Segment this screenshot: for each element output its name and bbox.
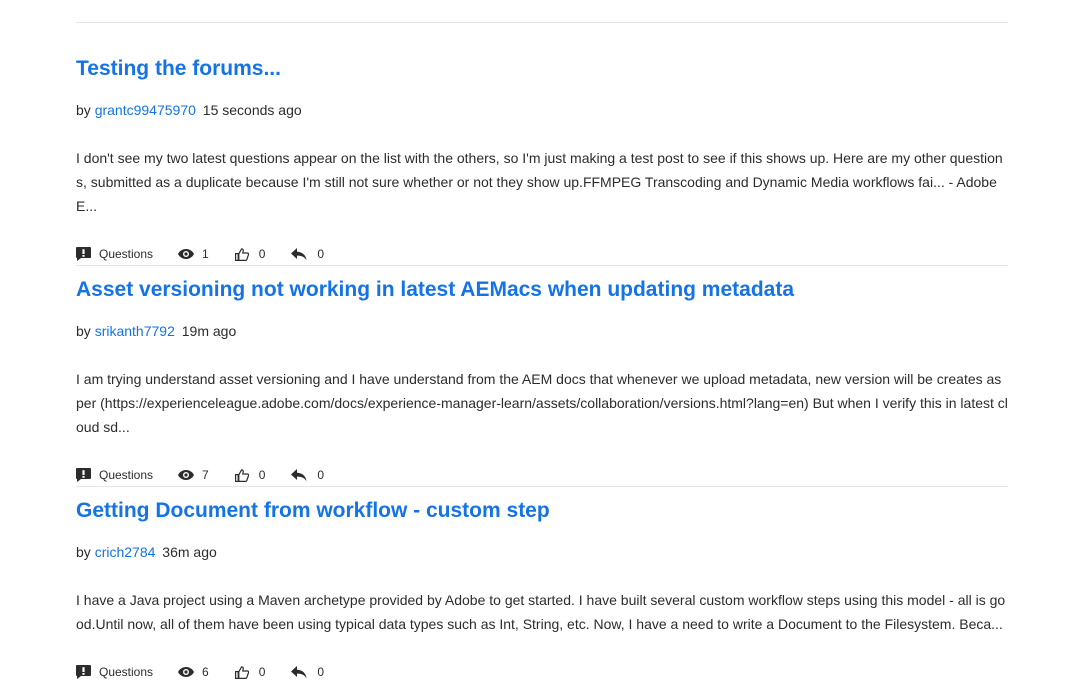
question-board-icon <box>76 665 91 679</box>
post-byline: by grantc99475970 15 seconds ago <box>76 101 1008 119</box>
post-stats: Questions 6 0 0 <box>76 660 1008 684</box>
replies-stat: 0 <box>291 665 324 679</box>
post-stats: Questions 1 0 0 <box>76 242 1008 266</box>
eye-icon <box>178 470 195 480</box>
likes-stat[interactable]: 0 <box>234 468 266 482</box>
post-divider <box>76 265 1008 266</box>
eye-icon <box>178 249 195 259</box>
likes-stat[interactable]: 0 <box>234 665 266 679</box>
category-label: Questions <box>99 665 154 679</box>
post-byline: by crich2784 36m ago <box>76 543 1008 561</box>
post-time: 15 seconds ago <box>202 102 302 118</box>
post-stats: Questions 7 0 0 <box>76 463 1008 487</box>
category-tag[interactable]: Questions <box>76 665 153 679</box>
reply-icon <box>291 468 308 481</box>
likes-stat[interactable]: 0 <box>234 247 266 261</box>
post-item: Asset versioning not working in latest A… <box>76 277 1008 487</box>
thumbs-up-icon <box>234 468 249 482</box>
post-excerpt: I have a Java project using a Maven arch… <box>76 592 1006 632</box>
category-label: Questions <box>99 468 154 482</box>
question-board-icon <box>76 468 91 482</box>
post-title-link[interactable]: Getting Document from workflow - custom … <box>76 498 1008 524</box>
replies-count: 0 <box>317 665 325 679</box>
views-count: 6 <box>202 665 209 679</box>
post-time: 36m ago <box>162 544 217 560</box>
post-excerpt: I don't see my two latest questions appe… <box>76 150 1003 214</box>
author-link[interactable]: grantc99475970 <box>95 102 196 118</box>
by-label: by <box>76 544 91 560</box>
views-stat: 7 <box>178 468 209 482</box>
category-tag[interactable]: Questions <box>76 247 153 261</box>
views-count: 7 <box>202 468 209 482</box>
post-divider <box>76 486 1008 487</box>
author-link[interactable]: crich2784 <box>95 544 156 560</box>
question-board-icon <box>76 247 91 261</box>
eye-icon <box>178 667 195 677</box>
replies-stat: 0 <box>291 468 324 482</box>
category-label: Questions <box>99 247 154 261</box>
post-time: 19m ago <box>181 323 237 339</box>
thumbs-up-icon <box>234 665 249 679</box>
replies-count: 0 <box>317 468 325 482</box>
post-byline: by srikanth7792 19m ago <box>76 322 1008 340</box>
thumbs-up-icon <box>234 247 249 261</box>
post-item: Testing the forums... by grantc99475970 … <box>76 56 1008 266</box>
reply-icon <box>291 247 308 260</box>
post-excerpt: I am trying understand asset versioning … <box>76 371 1008 435</box>
post-title-link[interactable]: Testing the forums... <box>76 56 1008 82</box>
by-label: by <box>76 102 91 118</box>
by-label: by <box>76 323 91 339</box>
views-stat: 1 <box>178 247 209 261</box>
replies-stat: 0 <box>291 247 324 261</box>
post-item: Getting Document from workflow - custom … <box>76 498 1008 684</box>
author-link[interactable]: srikanth7792 <box>95 323 175 339</box>
category-tag[interactable]: Questions <box>76 468 153 482</box>
replies-count: 0 <box>317 247 325 261</box>
views-count: 1 <box>202 247 209 261</box>
list-top-divider <box>76 22 1008 23</box>
likes-count: 0 <box>258 247 266 261</box>
likes-count: 0 <box>258 665 266 679</box>
views-stat: 6 <box>178 665 209 679</box>
likes-count: 0 <box>258 468 266 482</box>
reply-icon <box>291 665 308 678</box>
post-title-link[interactable]: Asset versioning not working in latest A… <box>76 277 1008 303</box>
